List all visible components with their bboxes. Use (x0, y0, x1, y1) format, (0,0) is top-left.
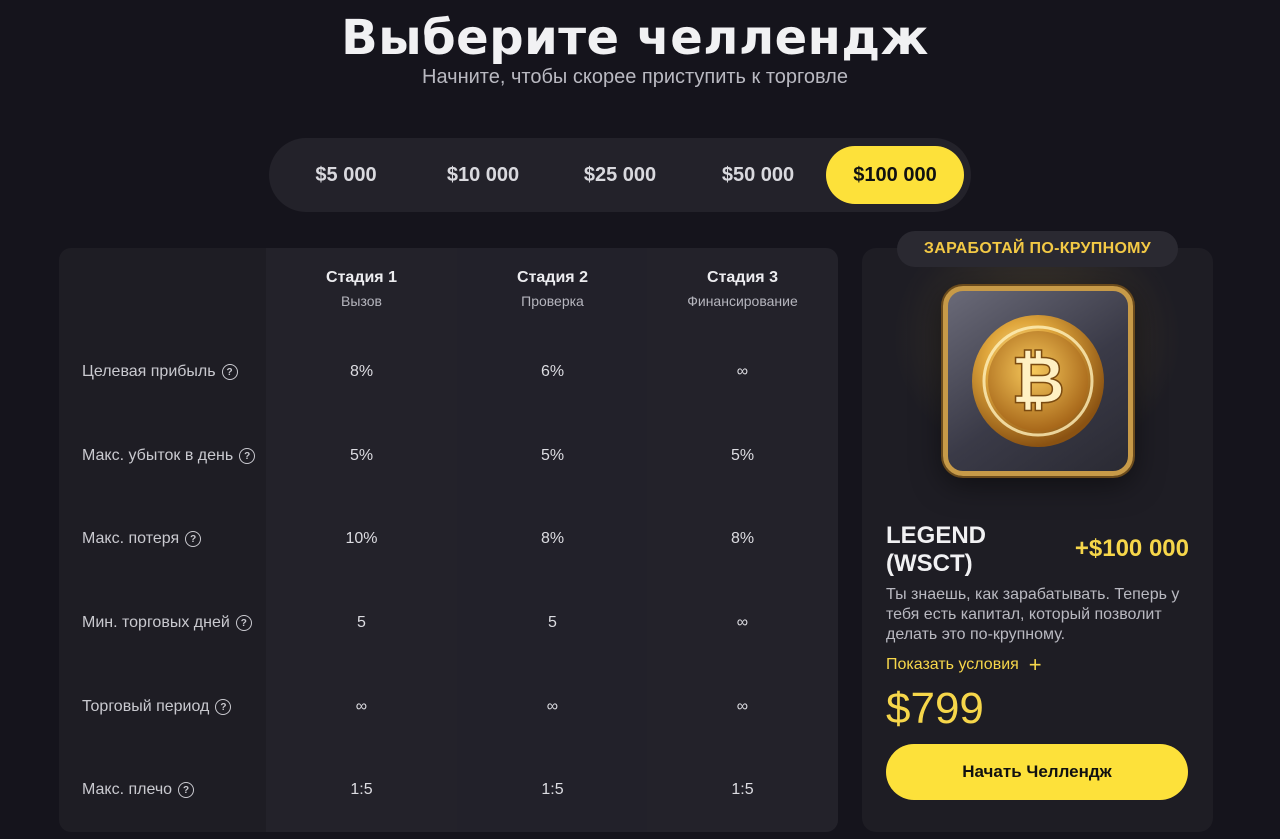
amount-selector: $5 000 $10 000 $25 000 $50 000 $100 000 (269, 138, 971, 212)
question-circle-icon[interactable]: ? (178, 782, 195, 798)
table-cell: 5% (730, 447, 755, 464)
question-circle-icon[interactable]: ? (235, 615, 252, 631)
row-label-text: Макс. потеря (82, 530, 180, 547)
row-label-text: Целевая прибыль (82, 363, 216, 380)
table-cell: 10% (345, 530, 378, 547)
promo-badge: ЗАРАБОТАЙ ПО-КРУПНОМУ (897, 231, 1178, 267)
table-cell: ∞ (736, 363, 749, 380)
row-label-target-profit: Целевая прибыль ? (82, 361, 238, 383)
table-cell: 5% (349, 447, 374, 464)
table-cell: ∞ (355, 698, 368, 715)
row-label-text: Макс. убыток в день (82, 447, 234, 464)
stage-name: Стадия 2 (517, 269, 588, 286)
table-cell: 5 (357, 614, 366, 631)
stage-subtitle: Финансирование (687, 293, 798, 309)
stage-subtitle: Вызов (341, 293, 382, 309)
plan-card: ₿ LEGEND (WSCT) +$100 000 Ты знаешь, как… (862, 248, 1213, 832)
stage-subtitle: Проверка (521, 293, 584, 309)
question-circle-icon[interactable]: ? (215, 699, 232, 715)
question-circle-icon[interactable]: ? (239, 448, 256, 464)
row-label-max-daily-loss: Макс. убыток в день ? (82, 445, 256, 467)
plan-description: Ты знаешь, как зарабатывать. Теперь у те… (886, 586, 1180, 643)
row-label-trading-period: Торговый период ? (82, 696, 232, 718)
stage-name: Стадия 1 (326, 269, 397, 286)
plan-bonus: +$100 000 (1074, 535, 1189, 562)
stage-name: Стадия 3 (707, 269, 778, 286)
amount-tab-10000[interactable]: $10 000 (415, 146, 551, 204)
table-cell: 8% (349, 363, 374, 380)
show-terms-link[interactable]: Показать условия + (886, 652, 1042, 677)
table-cell: 8% (540, 530, 565, 547)
row-label-text: Торговый период (82, 698, 210, 715)
table-cell: ∞ (736, 698, 749, 715)
svg-text:₿: ₿ (1011, 342, 1065, 419)
start-challenge-button[interactable]: Начать Челлендж (886, 744, 1188, 800)
amount-tab-100000[interactable]: $100 000 (826, 146, 964, 204)
table-cell: 1:5 (350, 781, 373, 798)
table-cell: 5 (548, 614, 557, 631)
amount-tab-50000[interactable]: $50 000 (689, 146, 827, 204)
table-cell: 1:5 (731, 781, 754, 798)
row-label-text: Мин. торговых дней (82, 614, 230, 631)
plan-name: LEGEND (WSCT) (886, 522, 987, 577)
page-title: Выберите челлендж (341, 10, 929, 66)
table-cell: 6% (540, 363, 565, 380)
challenge-page: Выберите челлендж Начните, чтобы скорее … (0, 0, 1280, 839)
row-label-max-leverage: Макс. плечо ? (82, 779, 195, 801)
page-subtitle: Начните, чтобы скорее приступить к торго… (422, 66, 848, 88)
amount-tab-5000[interactable]: $5 000 (277, 146, 415, 204)
table-cell: 1:5 (541, 781, 564, 798)
row-label-max-loss: Макс. потеря ? (82, 528, 202, 550)
stages-table: Стадия 1 Вызов Стадия 2 Проверка Стадия … (59, 248, 838, 832)
table-cell: 8% (730, 530, 755, 547)
plus-icon: + (1028, 652, 1042, 677)
amount-tab-25000[interactable]: $25 000 (551, 146, 689, 204)
row-label-min-trading-days: Мин. торговых дней ? (82, 612, 252, 634)
table-cell: ∞ (546, 698, 559, 715)
plan-price: $799 (886, 684, 984, 733)
question-circle-icon[interactable]: ? (185, 531, 202, 547)
show-terms-label: Показать условия (886, 656, 1019, 673)
bitcoin-coin-icon: ₿ (943, 286, 1133, 476)
table-cell: 5% (540, 447, 565, 464)
question-circle-icon[interactable]: ? (221, 364, 238, 380)
row-label-text: Макс. плечо (82, 781, 173, 798)
table-cell: ∞ (736, 614, 749, 631)
